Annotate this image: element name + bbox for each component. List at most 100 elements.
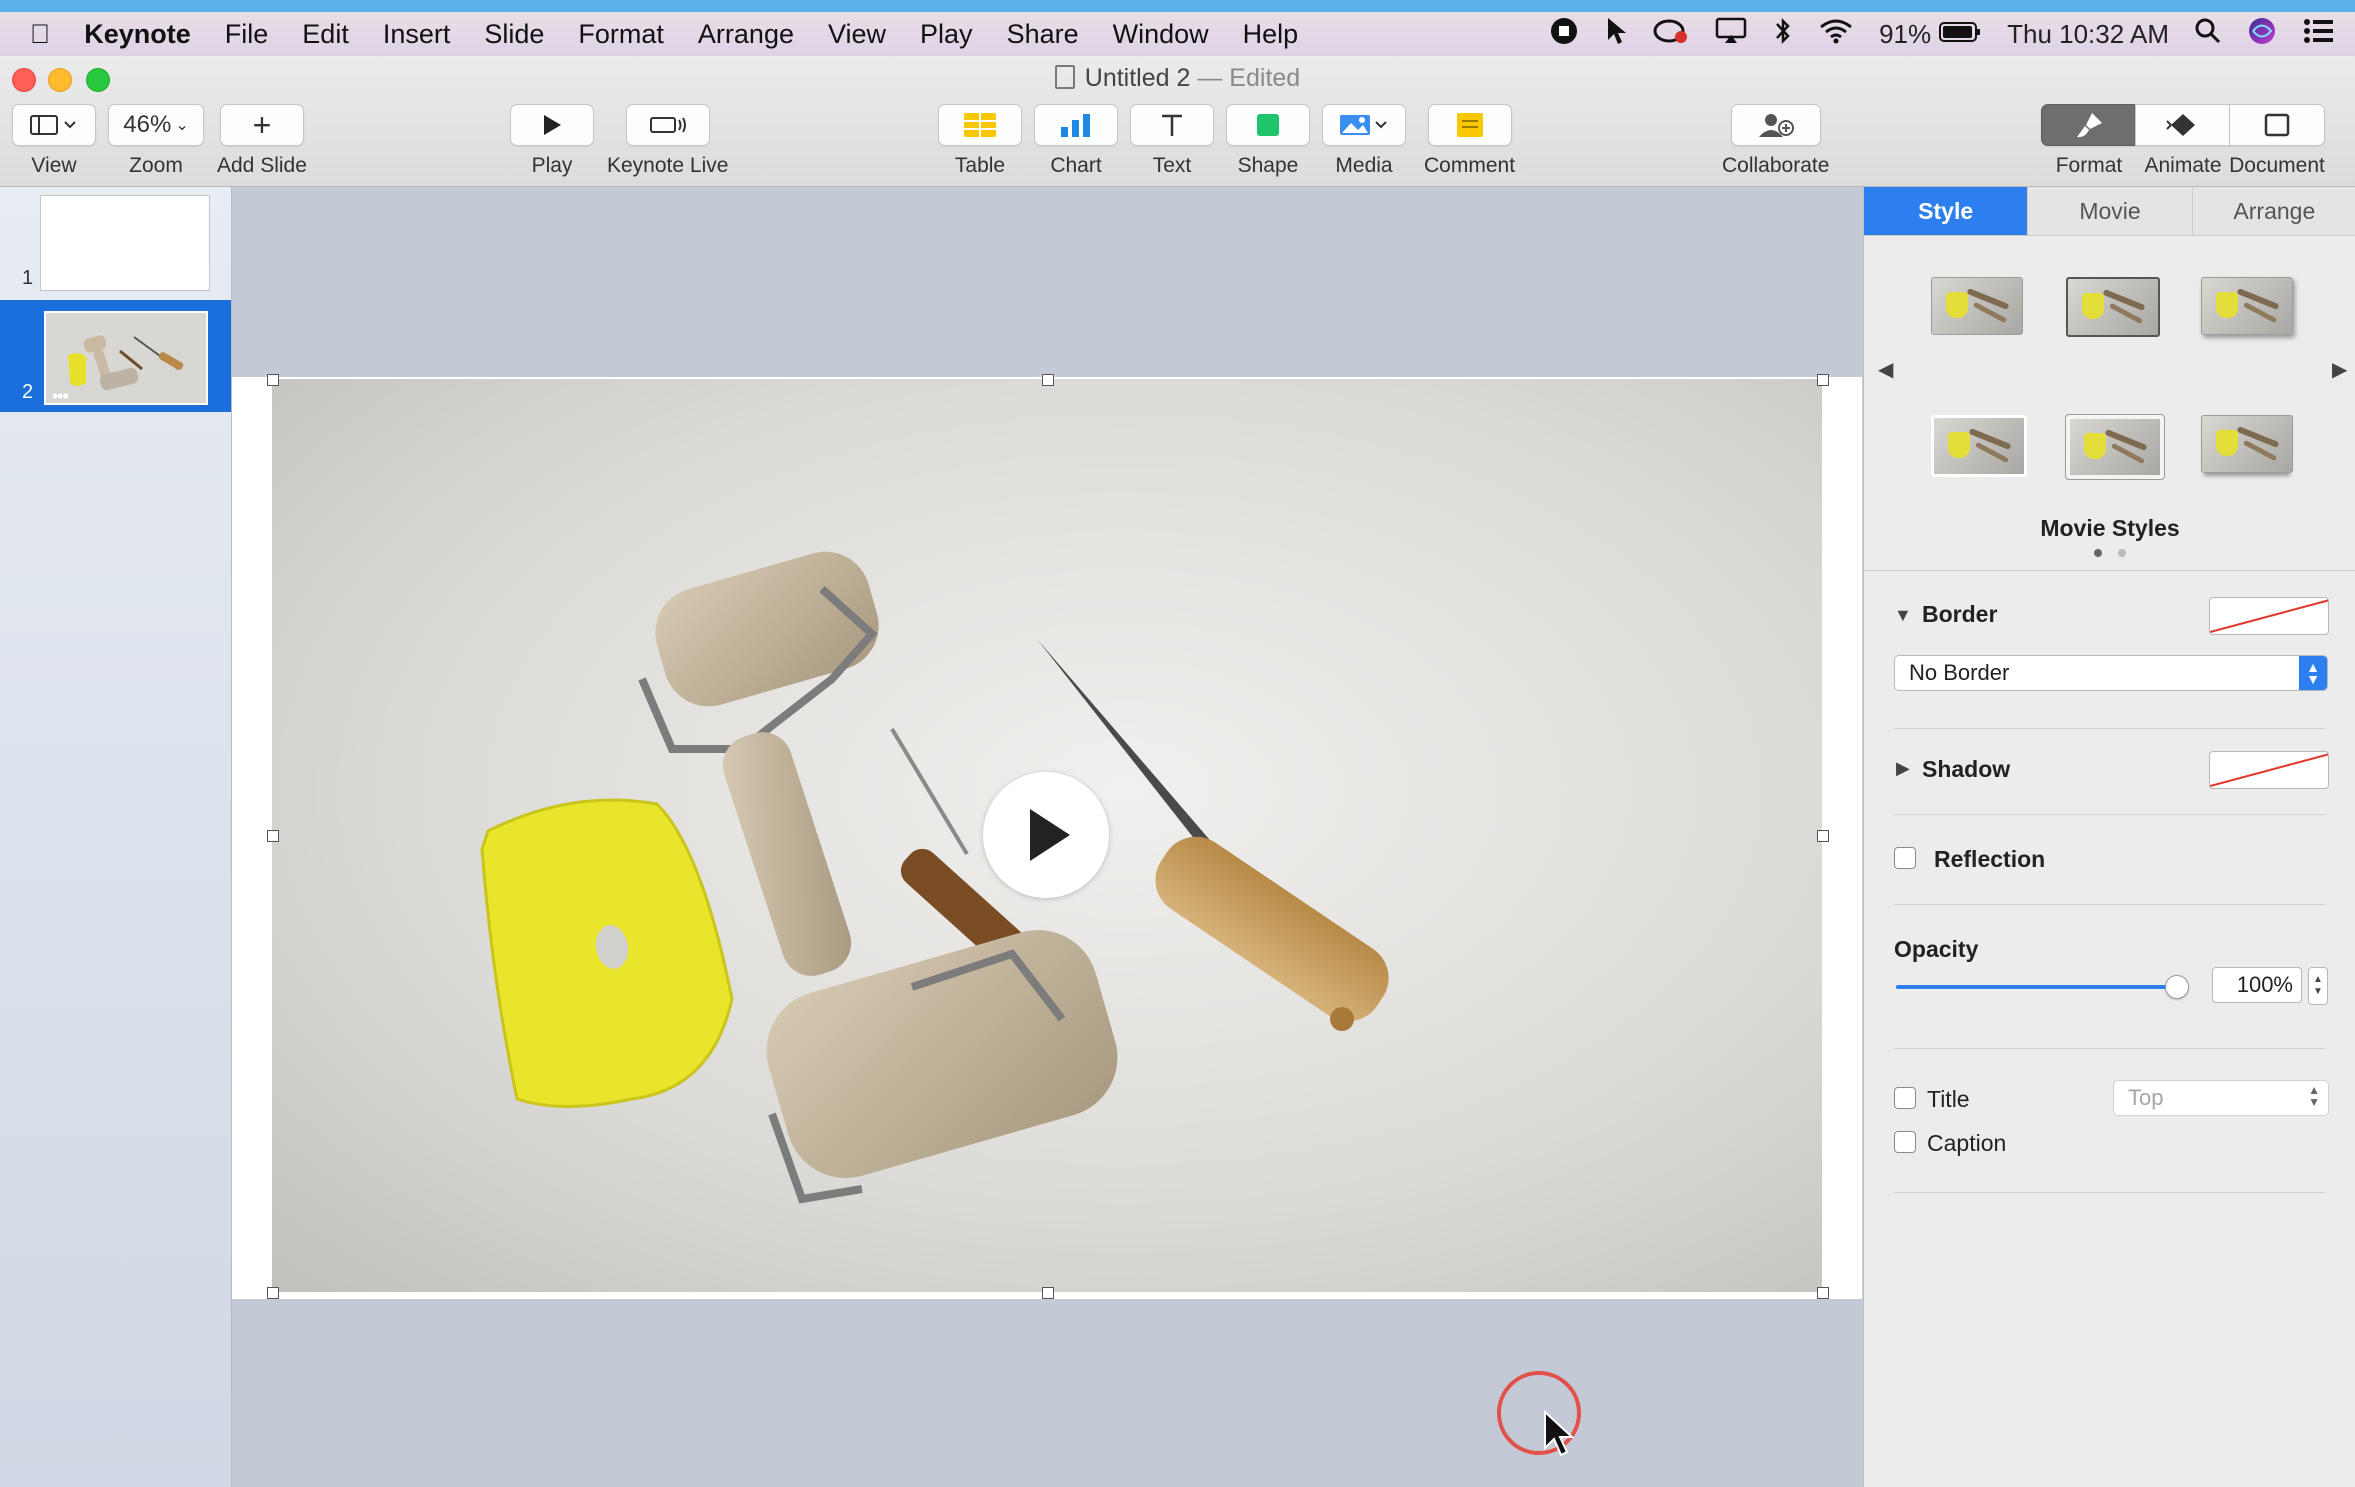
keynote-live-button[interactable]: [625, 104, 710, 146]
battery-icon[interactable]: [1939, 19, 1981, 50]
menu-edit[interactable]: Edit: [302, 19, 349, 50]
resize-handle-bottom-left[interactable]: [267, 1287, 279, 1299]
keynote-live-control[interactable]: Keynote Live: [607, 104, 728, 178]
play-control[interactable]: Play: [510, 104, 594, 178]
menu-format[interactable]: Format: [578, 19, 664, 50]
zoom-control[interactable]: 46% ⌄ Zoom: [108, 104, 204, 178]
title-checkbox[interactable]: [1894, 1087, 1916, 1109]
comment-control[interactable]: Comment: [1424, 104, 1515, 178]
slide-thumbnail-2[interactable]: •••: [44, 311, 208, 405]
view-control[interactable]: View: [12, 104, 96, 178]
movie-play-button[interactable]: [983, 772, 1109, 898]
border-color-well[interactable]: [2209, 597, 2329, 635]
menu-play[interactable]: Play: [920, 19, 973, 50]
menu-file[interactable]: File: [225, 19, 269, 50]
reflection-checkbox[interactable]: [1894, 847, 1916, 869]
menu-arrange[interactable]: Arrange: [698, 19, 794, 50]
page-dot-1[interactable]: [2094, 549, 2102, 557]
text-button[interactable]: [1130, 104, 1214, 146]
comment-label: Comment: [1424, 154, 1516, 177]
shape-control[interactable]: Shape: [1226, 104, 1310, 178]
movie-style-6[interactable]: [2201, 415, 2293, 473]
animate-control[interactable]: Animate: [2135, 104, 2231, 178]
resize-handle-right[interactable]: [1817, 830, 1829, 842]
resize-handle-top-left[interactable]: [267, 374, 279, 386]
apple-icon[interactable]: : [30, 19, 50, 50]
opacity-slider-track[interactable]: [1896, 985, 2176, 989]
screen-record-icon[interactable]: [1549, 16, 1579, 53]
menu-slide[interactable]: Slide: [484, 19, 544, 50]
chart-label: Chart: [1050, 154, 1102, 177]
menu-window[interactable]: Window: [1113, 19, 1209, 50]
styles-previous-arrow-icon[interactable]: ◀: [1878, 357, 1893, 382]
slide-thumbnail-1[interactable]: [40, 195, 210, 291]
format-control[interactable]: Format: [2041, 104, 2137, 178]
menu-share[interactable]: Share: [1007, 19, 1079, 50]
movie-style-5[interactable]: [2065, 414, 2165, 480]
resize-handle-left[interactable]: [267, 830, 279, 842]
airplay-icon[interactable]: [1715, 17, 1747, 52]
shadow-color-well[interactable]: [2209, 751, 2329, 789]
shadow-disclosure-icon[interactable]: ▶: [1896, 758, 1910, 779]
tab-style[interactable]: Style: [1864, 187, 2029, 235]
table-control[interactable]: Table: [938, 104, 1022, 178]
opacity-slider-knob[interactable]: [2165, 975, 2189, 999]
creative-cloud-icon[interactable]: [1653, 17, 1689, 52]
title-position-popup[interactable]: Top ▲ ▼: [2113, 1080, 2329, 1116]
text-control[interactable]: Text: [1130, 104, 1214, 178]
document-button[interactable]: [2229, 104, 2325, 146]
format-label: Format: [2055, 154, 2123, 177]
menu-insert[interactable]: Insert: [383, 19, 451, 50]
pointer-icon[interactable]: [1605, 16, 1627, 53]
collaborate-button[interactable]: [1730, 104, 1821, 146]
resize-handle-bottom-right[interactable]: [1817, 1287, 1829, 1299]
border-style-popup[interactable]: No Border ▲ ▼: [1894, 655, 2328, 691]
movie-style-1[interactable]: [1931, 277, 2023, 335]
document-control[interactable]: Document: [2229, 104, 2325, 178]
add-slide-button[interactable]: +: [219, 104, 304, 146]
border-disclosure-icon[interactable]: ▼: [1894, 605, 1912, 626]
table-button[interactable]: [938, 104, 1022, 146]
more-options-icon[interactable]: •••: [52, 387, 69, 403]
resize-handle-top[interactable]: [1042, 374, 1054, 386]
collaborate-control[interactable]: Collaborate: [1722, 104, 1829, 178]
movie-style-4[interactable]: [1931, 415, 2027, 477]
menu-help[interactable]: Help: [1243, 19, 1299, 50]
slide-canvas[interactable]: [232, 187, 1862, 1487]
wifi-icon[interactable]: [1819, 18, 1853, 51]
play-button[interactable]: [510, 104, 594, 146]
clock[interactable]: Thu 10:32 AM: [2007, 19, 2169, 50]
media-control[interactable]: Media: [1322, 104, 1406, 178]
spotlight-search-icon[interactable]: [2195, 18, 2221, 51]
resize-handle-top-right[interactable]: [1817, 374, 1829, 386]
menu-app-name[interactable]: Keynote: [84, 19, 191, 50]
caption-checkbox[interactable]: [1894, 1131, 1916, 1153]
comment-button[interactable]: [1427, 104, 1512, 146]
chart-button[interactable]: [1034, 104, 1118, 146]
menu-view[interactable]: View: [828, 19, 886, 50]
popup-chevrons-icon: ▲ ▼: [2308, 1083, 2320, 1109]
media-button[interactable]: [1322, 104, 1406, 146]
zoom-popup[interactable]: 46% ⌄: [108, 104, 204, 146]
view-button[interactable]: [12, 104, 96, 146]
page-dot-2[interactable]: [2118, 549, 2126, 557]
battery-percent: 91%: [1879, 18, 1932, 49]
styles-next-arrow-icon[interactable]: ▶: [2332, 357, 2347, 382]
shape-button[interactable]: [1226, 104, 1310, 146]
control-center-icon[interactable]: [2303, 18, 2335, 51]
opacity-field[interactable]: 100%: [2212, 967, 2302, 1003]
tab-movie[interactable]: Movie: [2028, 187, 2193, 235]
animate-button[interactable]: [2135, 104, 2231, 146]
opacity-stepper[interactable]: ▲ ▼: [2308, 967, 2328, 1005]
border-style-value: No Border: [1909, 660, 2010, 685]
siri-icon[interactable]: [2247, 16, 2277, 53]
chart-control[interactable]: Chart: [1034, 104, 1118, 178]
resize-handle-bottom[interactable]: [1042, 1287, 1054, 1299]
movie-object[interactable]: [272, 379, 1822, 1292]
movie-style-3[interactable]: [2201, 277, 2293, 335]
movie-style-2[interactable]: [2066, 277, 2160, 337]
bluetooth-icon[interactable]: [1773, 16, 1793, 53]
tab-arrange[interactable]: Arrange: [2193, 187, 2355, 235]
format-button[interactable]: [2041, 104, 2137, 146]
add-slide-control[interactable]: + Add Slide: [217, 104, 307, 178]
